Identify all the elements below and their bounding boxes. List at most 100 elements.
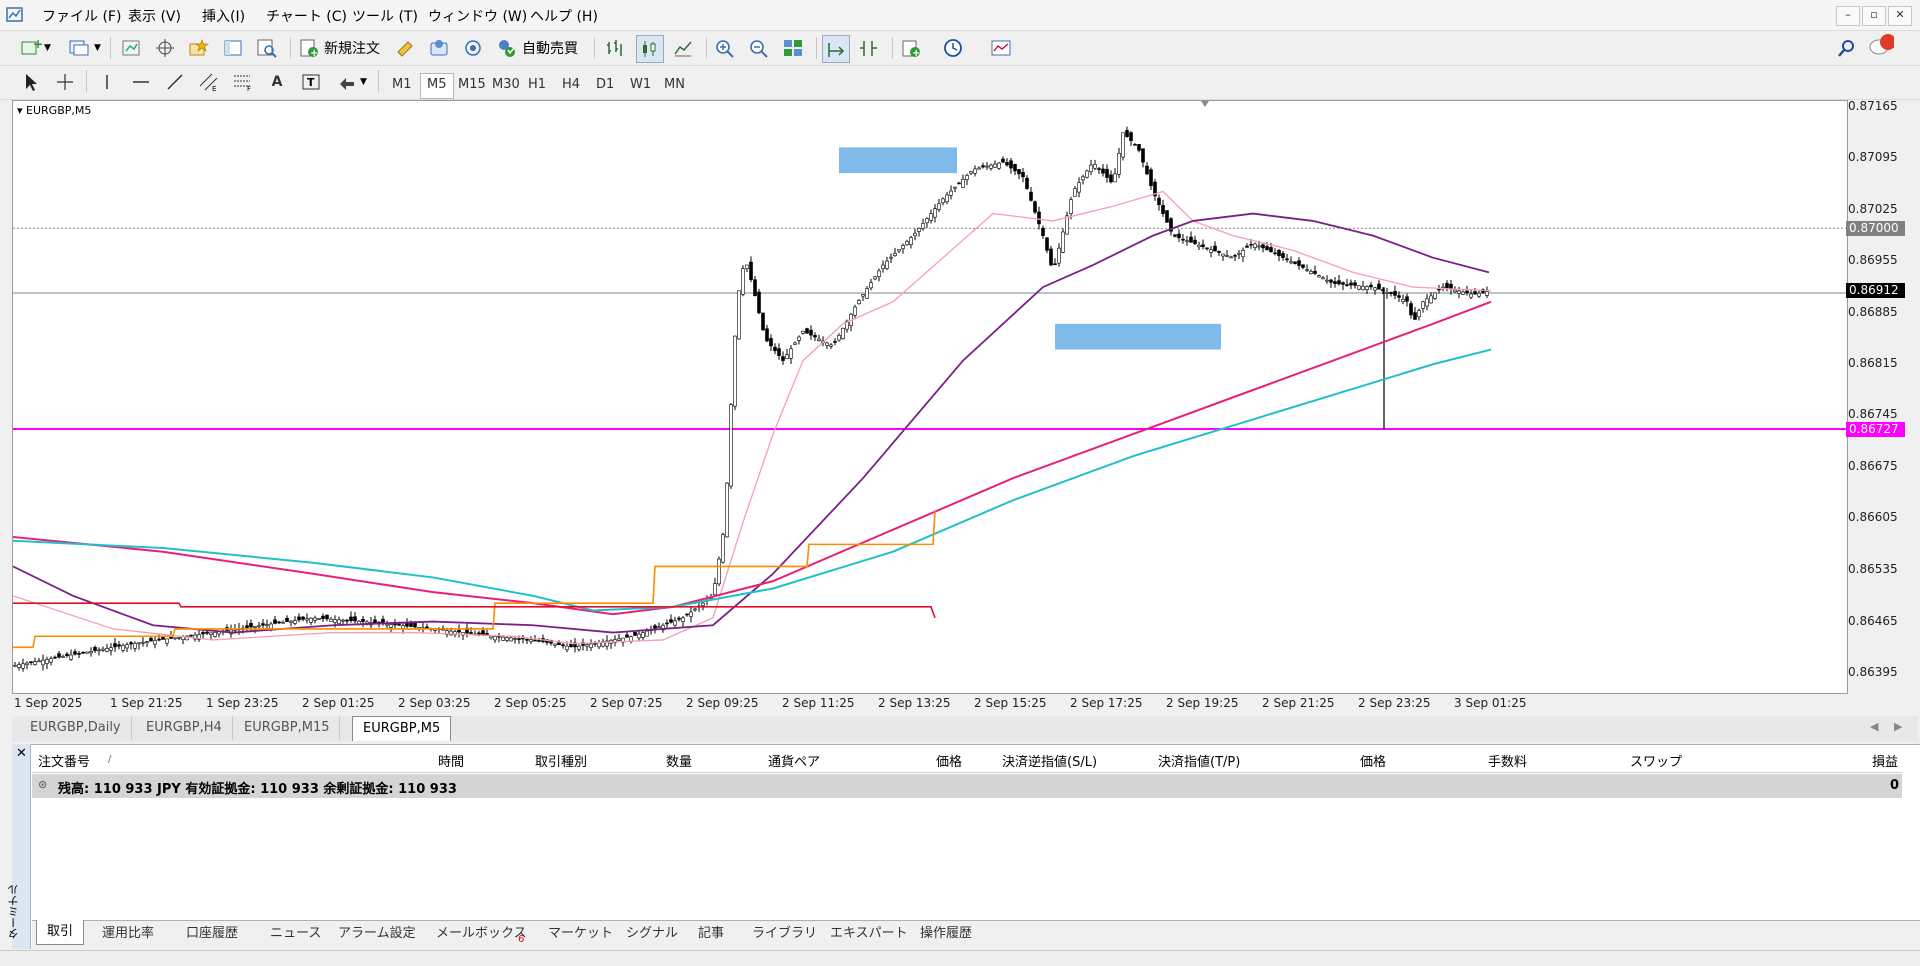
bar-chart-icon[interactable]	[602, 35, 628, 61]
restore-icon[interactable]: ▫	[1862, 6, 1886, 26]
col-price[interactable]: 価格	[936, 751, 962, 770]
scroll-left-icon[interactable]: ◀	[1870, 720, 1878, 733]
timeframe-h1[interactable]: H1	[522, 73, 552, 97]
tab-alerts[interactable]: アラーム設定	[328, 922, 426, 946]
chevron-down-icon[interactable]: ▼	[94, 43, 101, 53]
col-time[interactable]: 時間	[438, 751, 464, 770]
candle-body	[877, 270, 881, 278]
scroll-right-icon[interactable]: ▶	[1894, 720, 1902, 733]
timeframe-m1[interactable]: M1	[386, 73, 418, 97]
col-symbol[interactable]: 通貨ペア	[768, 751, 820, 770]
strategy-tester-icon[interactable]	[254, 35, 280, 61]
vertical-line-icon[interactable]	[94, 69, 120, 95]
crosshair-navigator-icon[interactable]	[152, 35, 178, 61]
tab-library[interactable]: ライブラリ	[742, 922, 827, 946]
tab-articles[interactable]: 記事	[688, 922, 734, 946]
menu-view[interactable]: 表示 (V)	[128, 6, 181, 26]
line-chart-icon[interactable]	[670, 35, 696, 61]
new-order-button[interactable]: + 新規注文	[298, 34, 380, 62]
indicators-icon[interactable]: +	[898, 35, 924, 61]
horizontal-line-icon[interactable]	[128, 69, 154, 95]
tab-news[interactable]: ニュース	[260, 922, 331, 946]
chart-tab-m15[interactable]: EURGBP,M15	[234, 716, 341, 740]
menu-chart[interactable]: チャート (C)	[266, 6, 347, 26]
col-sl[interactable]: 決済逆指値(S/L)	[1002, 751, 1097, 770]
candle-body	[109, 647, 113, 651]
chart-area[interactable]: ▾ EURGBP,M5	[12, 100, 1848, 694]
metaeditor-icon[interactable]	[392, 35, 418, 61]
search-icon[interactable]	[1834, 35, 1860, 61]
close-terminal-icon[interactable]: ✕	[16, 746, 27, 761]
menu-tools[interactable]: ツール (T)	[352, 6, 418, 26]
minimize-icon[interactable]: –	[1836, 6, 1860, 26]
col-swap[interactable]: スワップ	[1630, 751, 1682, 770]
trendline-icon[interactable]	[162, 69, 188, 95]
navigator-star-icon[interactable]	[186, 35, 212, 61]
col-price-current[interactable]: 価格	[1360, 751, 1386, 770]
balance-row[interactable]: ⊙ 残高: 110 933 JPY 有効証拠金: 110 933 余剰証拠金: …	[32, 774, 1902, 798]
col-tp[interactable]: 決済指値(T/P)	[1158, 751, 1240, 770]
tab-experts[interactable]: エキスパート	[820, 922, 918, 946]
equidistant-channel-icon[interactable]: E	[196, 69, 222, 95]
timeframe-m5[interactable]: M5	[420, 73, 454, 99]
community-icon[interactable]	[426, 35, 452, 61]
menu-insert[interactable]: 挿入(I)	[202, 6, 245, 26]
price-chart[interactable]	[13, 101, 1847, 693]
tab-signals[interactable]: シグナル	[616, 922, 688, 946]
zoom-out-icon[interactable]	[746, 35, 772, 61]
cursor-arrow-icon[interactable]	[18, 69, 44, 95]
notification-chat-icon[interactable]	[1868, 33, 1894, 59]
periodicity-clock-icon[interactable]	[940, 35, 966, 61]
arrows-shapes-icon[interactable]	[334, 69, 360, 95]
new-chart-icon[interactable]: +	[18, 35, 44, 61]
profiles-icon[interactable]	[66, 35, 92, 61]
tab-exposure[interactable]: 運用比率	[92, 922, 164, 946]
candle-body	[1333, 281, 1337, 284]
menu-help[interactable]: ヘルプ (H)	[530, 6, 598, 26]
chevron-down-icon[interactable]: ▼	[360, 77, 367, 87]
chart-tab-h4[interactable]: EURGBP,H4	[136, 716, 233, 740]
divider	[110, 37, 111, 59]
timeframe-w1[interactable]: W1	[624, 73, 657, 97]
candle-body	[1037, 211, 1041, 225]
fibonacci-icon[interactable]: F	[230, 69, 256, 95]
chart-tab-daily[interactable]: EURGBP,Daily	[20, 716, 132, 740]
templates-icon[interactable]	[988, 35, 1014, 61]
candle-body	[945, 194, 949, 203]
timeframe-h4[interactable]: H4	[556, 73, 586, 97]
col-volume[interactable]: 数量	[666, 751, 692, 770]
candlestick-chart-icon[interactable]	[636, 35, 664, 63]
timeframe-mn[interactable]: MN	[658, 73, 691, 97]
tab-market[interactable]: マーケット	[538, 922, 623, 946]
auto-trading-button[interactable]: 自動売買	[496, 34, 578, 62]
time-tick: 1 Sep 23:25	[206, 696, 279, 710]
signals-icon[interactable]	[460, 35, 486, 61]
col-profit[interactable]: 損益	[1872, 751, 1898, 770]
chevron-down-icon[interactable]: ▼	[44, 43, 51, 53]
time-tick: 2 Sep 17:25	[1070, 696, 1143, 710]
zoom-in-icon[interactable]	[712, 35, 738, 61]
timeframe-d1[interactable]: D1	[590, 73, 620, 97]
tab-trade[interactable]: 取引	[36, 920, 85, 945]
col-type[interactable]: 取引種別	[535, 751, 587, 770]
close-icon[interactable]: ✕	[1888, 6, 1912, 26]
terminal-window-icon[interactable]	[220, 35, 246, 61]
menu-file[interactable]: ファイル (F)	[42, 6, 121, 26]
market-watch-icon[interactable]	[118, 35, 144, 61]
timeframe-m30[interactable]: M30	[486, 73, 526, 97]
text-tool-icon[interactable]: A	[264, 69, 290, 95]
chart-shift-icon[interactable]	[856, 35, 882, 61]
col-order-number[interactable]: 注文番号	[38, 751, 90, 770]
tab-history[interactable]: 口座履歴	[176, 922, 248, 946]
menu-window[interactable]: ウィンドウ (W)	[428, 6, 527, 26]
candle-body	[1001, 158, 1005, 163]
tile-windows-icon[interactable]	[780, 35, 806, 61]
candle-body	[853, 306, 857, 316]
chart-tab-m5[interactable]: EURGBP,M5	[352, 716, 452, 741]
auto-scroll-icon[interactable]	[822, 35, 850, 63]
text-label-icon[interactable]: T	[298, 69, 324, 95]
tab-journal[interactable]: 操作履歴	[910, 922, 982, 946]
col-commission[interactable]: 手数料	[1488, 751, 1527, 770]
crosshair-icon[interactable]	[52, 69, 78, 95]
candle-body	[1005, 162, 1009, 166]
